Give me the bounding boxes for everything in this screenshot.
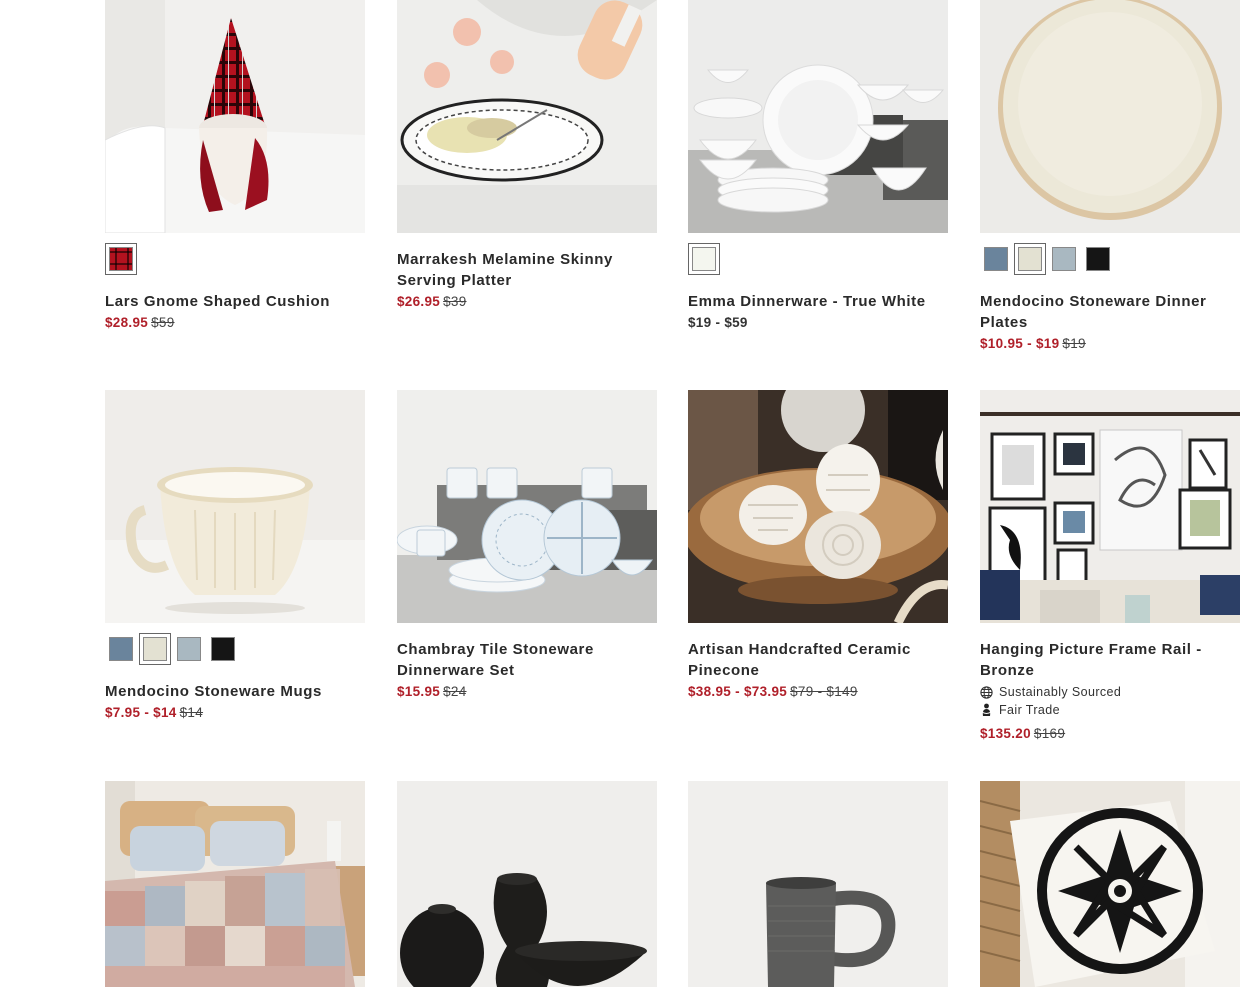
original-price: $39: [443, 294, 467, 309]
sale-price: $7.95 - $14: [105, 705, 177, 720]
product-image[interactable]: [980, 781, 1240, 987]
color-swatch-cream[interactable]: [1014, 243, 1046, 275]
color-swatch-light-blue[interactable]: [1052, 247, 1076, 271]
badge-label: Sustainably Sourced: [999, 685, 1122, 699]
product-image[interactable]: [105, 390, 365, 623]
color-swatch-plaid[interactable]: [105, 243, 137, 275]
product-title[interactable]: Mendocino Stoneware Dinner Plates: [980, 291, 1240, 333]
product-image[interactable]: [397, 781, 657, 987]
product-card: Emma Dinnerware - True White $19 - $59: [688, 0, 948, 330]
color-swatches: [105, 243, 365, 275]
color-swatch-blue[interactable]: [109, 637, 133, 661]
sale-price: $15.95: [397, 684, 441, 699]
product-image[interactable]: [688, 390, 948, 623]
color-swatches: [688, 243, 948, 275]
product-card: [980, 781, 1240, 987]
product-image[interactable]: [688, 781, 948, 987]
color-swatches: [984, 243, 1240, 275]
product-title[interactable]: Hanging Picture Frame Rail - Bronze: [980, 639, 1240, 681]
sale-price: $135.20: [980, 726, 1031, 741]
product-image[interactable]: [397, 390, 657, 623]
fair-trade-icon: [981, 703, 992, 716]
color-swatch-true-white[interactable]: [688, 243, 720, 275]
product-price: $135.20 $169: [980, 726, 1240, 741]
product-image[interactable]: [397, 0, 657, 233]
original-price: $14: [179, 705, 204, 720]
product-price: $19 - $59: [688, 315, 948, 330]
product-card: Chambray Tile Stoneware Dinnerware Set $…: [397, 390, 657, 699]
product-card: [397, 781, 657, 987]
product-price: $15.95 $24: [397, 684, 657, 699]
original-price: $59: [151, 315, 175, 330]
product-card: [105, 781, 365, 987]
color-swatch-black[interactable]: [1086, 247, 1110, 271]
product-image[interactable]: [980, 390, 1240, 623]
regular-price: $19 - $59: [688, 315, 748, 330]
product-image[interactable]: [105, 0, 365, 233]
product-title[interactable]: Mendocino Stoneware Mugs: [105, 681, 365, 702]
sustainability-badge: Sustainably Sourced: [980, 685, 1240, 699]
product-title[interactable]: Chambray Tile Stoneware Dinnerware Set: [397, 639, 657, 681]
sale-price: $10.95 - $19: [980, 336, 1060, 351]
product-price: $10.95 - $19 $19: [980, 336, 1240, 351]
product-card: Artisan Handcrafted Ceramic Pinecone $38…: [688, 390, 948, 699]
color-swatch-black[interactable]: [211, 637, 235, 661]
original-price: $79 - $149: [790, 684, 858, 699]
product-image[interactable]: [980, 0, 1240, 233]
original-price: $169: [1033, 726, 1066, 741]
product-image[interactable]: [688, 0, 948, 233]
product-price: $28.95 $59: [105, 315, 365, 330]
product-title[interactable]: Marrakesh Melamine Skinny Serving Platte…: [397, 249, 657, 291]
product-card: Hanging Picture Frame Rail - Bronze Sust…: [980, 390, 1240, 741]
product-title[interactable]: Artisan Handcrafted Ceramic Pinecone: [688, 639, 948, 681]
sale-price: $28.95: [105, 315, 149, 330]
color-swatches: [109, 633, 365, 665]
original-price: $24: [443, 684, 467, 699]
badge-label: Fair Trade: [999, 703, 1060, 717]
product-card: Mendocino Stoneware Dinner Plates $10.95…: [980, 0, 1240, 351]
product-card: Mendocino Stoneware Mugs $7.95 - $14 $14: [105, 390, 365, 720]
color-swatch-cream[interactable]: [139, 633, 171, 665]
product-card: Lars Gnome Shaped Cushion $28.95 $59: [105, 0, 365, 330]
product-price: $26.95 $39: [397, 294, 657, 309]
product-card: [688, 781, 948, 987]
product-card: Marrakesh Melamine Skinny Serving Platte…: [397, 0, 657, 309]
sale-price: $38.95 - $73.95: [688, 684, 788, 699]
product-title[interactable]: Lars Gnome Shaped Cushion: [105, 291, 365, 312]
original-price: $19: [1062, 336, 1086, 351]
product-image[interactable]: [105, 781, 365, 987]
color-swatch-blue[interactable]: [984, 247, 1008, 271]
globe-icon: [980, 685, 993, 699]
sale-price: $26.95: [397, 294, 441, 309]
product-price: $38.95 - $73.95 $79 - $149: [688, 684, 948, 699]
product-title[interactable]: Emma Dinnerware - True White: [688, 291, 948, 312]
color-swatch-light-blue[interactable]: [177, 637, 201, 661]
product-price: $7.95 - $14 $14: [105, 705, 365, 720]
fair-trade-badge: Fair Trade: [980, 703, 1240, 717]
